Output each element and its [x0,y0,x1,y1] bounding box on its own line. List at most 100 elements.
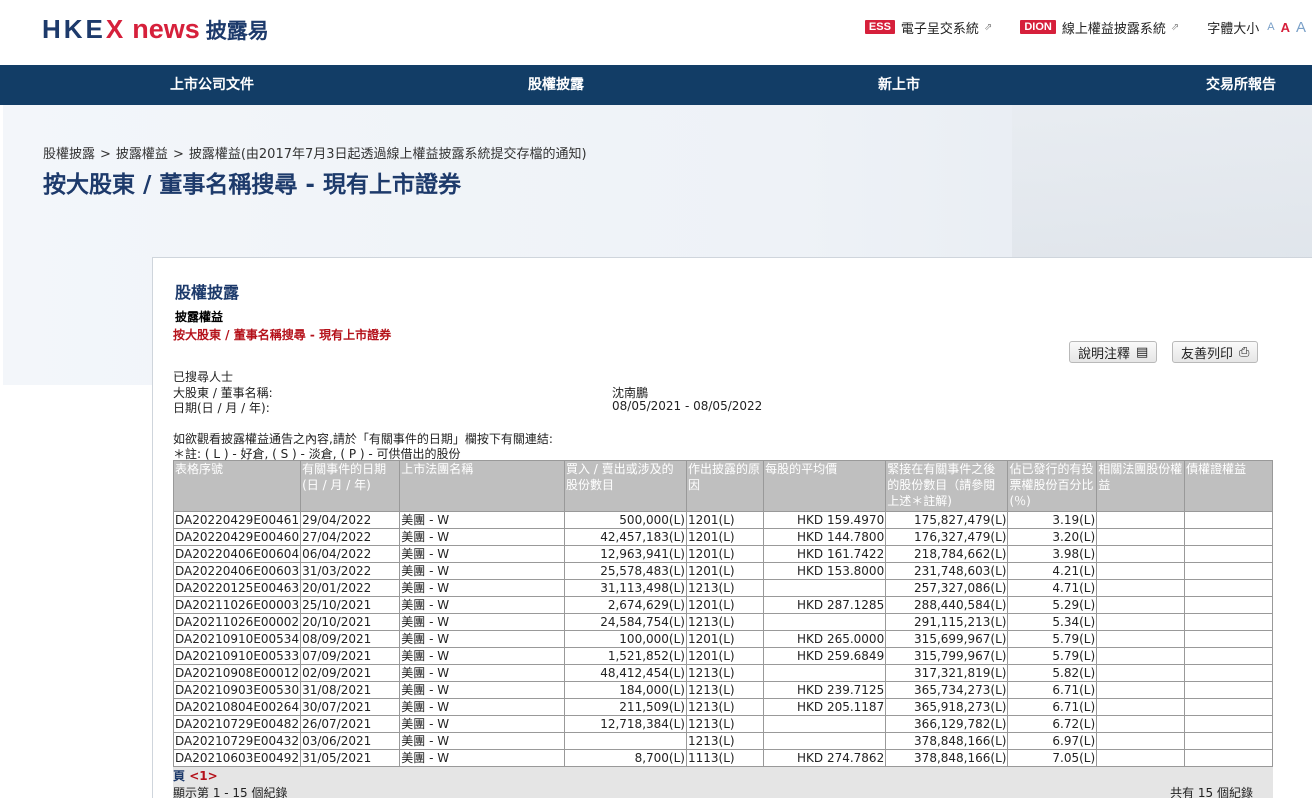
cell-form-serial: DA20220429E00460 [172,528,302,546]
cell-shares-after: 365,918,273(L) [885,698,1009,716]
cell-associated [1096,528,1186,546]
cell-debenture [1184,664,1273,682]
cell-corporation: 美團 - W [399,630,565,648]
cell-percentage: 3.98(L) [1007,545,1098,563]
col-shares-after: 緊接在有關事件之後的股份數目（請參閱上述＊註解) [885,460,1009,512]
cell-avg-price [763,579,887,597]
table-footer: 頁 <1> 顯示第 1 - 15 個紀錄 共有 15 個紀錄 [173,767,1273,798]
nav-new-listings[interactable]: 新上市 [878,65,920,105]
cell-corporation: 美團 - W [399,511,565,529]
cell-event-date[interactable]: 29/04/2022 [300,511,401,529]
cell-event-date[interactable]: 06/04/2022 [300,545,401,563]
font-size-label: 字體大小 [1207,21,1260,37]
cell-associated [1096,613,1186,631]
cell-reason: 1201(L) [685,562,765,580]
page-current-link[interactable]: <1> [189,769,217,783]
cell-event-date[interactable]: 25/10/2021 [300,596,401,614]
cell-avg-price: HKD 161.7422 [763,545,887,563]
cell-event-date[interactable]: 08/09/2021 [300,630,401,648]
cell-shares-involved [563,732,687,750]
section-title: 股權披露 [175,283,240,302]
hkexnews-logo[interactable]: HKEX news 披露易 [42,14,269,48]
search-type-link[interactable]: 按大股東 / 董事名稱搜尋 - 現有上市證券 [173,326,391,343]
cell-event-date[interactable]: 02/09/2021 [300,664,401,682]
cell-shares-after: 176,327,479(L) [885,528,1009,546]
cell-reason: 1213(L) [685,715,765,733]
col-form-serial: 表格序號 [172,460,302,512]
cell-event-date[interactable]: 03/06/2021 [300,732,401,750]
cell-shares-after: 231,748,603(L) [885,562,1009,580]
printer-icon: ⎙ [1239,344,1250,360]
cell-event-date[interactable]: 30/07/2021 [300,698,401,716]
font-size-medium-button[interactable]: A [1281,20,1290,35]
cell-percentage: 3.20(L) [1007,528,1098,546]
cell-associated [1096,511,1186,529]
cell-event-date[interactable]: 31/08/2021 [300,681,401,699]
cell-event-date[interactable]: 07/09/2021 [300,647,401,665]
table-row: DA20210729E00432 03/06/2021 美團 - W 1213(L) 3… [172,732,1273,750]
cell-event-date[interactable]: 27/04/2022 [300,528,401,546]
explanatory-notes-button[interactable]: 說明注釋 ▤ [1069,341,1158,363]
cell-debenture [1184,681,1273,699]
cell-corporation: 美團 - W [399,596,565,614]
cell-shares-involved: 48,412,454(L) [563,664,687,682]
cell-reason: 1201(L) [685,545,765,563]
cell-percentage: 7.05(L) [1007,749,1098,767]
nav-listed-company-documents[interactable]: 上市公司文件 [170,65,254,105]
cell-form-serial: DA20220429E00461 [172,511,302,529]
cell-shares-involved: 31,113,498(L) [563,579,687,597]
cell-event-date[interactable]: 20/10/2021 [300,613,401,631]
ess-link[interactable]: ESS 電子呈交系統 ⇗ [864,18,993,37]
cell-reason: 1213(L) [685,613,765,631]
cell-debenture [1184,596,1273,614]
cell-corporation: 美團 - W [399,698,565,716]
cell-form-serial: DA20210729E00432 [172,732,302,750]
cell-shares-after: 288,440,584(L) [885,596,1009,614]
font-size-small-button[interactable]: A [1267,21,1274,33]
cell-percentage: 5.79(L) [1007,647,1098,665]
breadcrumb: 股權披露 > 披露權益 > 披露權益(由2017年7月3日起透過線上權益披露系統提交存檔… [43,147,587,162]
ess-link-label: 電子呈交系統 [900,21,979,37]
cell-reason: 1201(L) [685,630,765,648]
cell-reason: 1113(L) [685,749,765,767]
cell-percentage: 6.71(L) [1007,698,1098,716]
cell-avg-price: HKD 287.1285 [763,596,887,614]
cell-event-date[interactable]: 26/07/2021 [300,715,401,733]
breadcrumb-item-di[interactable]: 股權披露 [43,147,95,162]
cell-associated [1096,647,1186,665]
cell-reason: 1201(L) [685,528,765,546]
cell-associated [1096,664,1186,682]
cell-corporation: 美團 - W [399,562,565,580]
cell-event-date[interactable]: 20/01/2022 [300,579,401,597]
cell-avg-price: HKD 265.0000 [763,630,887,648]
cell-corporation: 美團 - W [399,647,565,665]
cell-shares-after: 315,799,967(L) [885,647,1009,665]
cell-percentage: 5.29(L) [1007,596,1098,614]
external-link-icon: ⇗ [983,21,993,33]
cell-form-serial: DA20210910E00534 [172,630,302,648]
cell-shares-involved: 24,584,754(L) [563,613,687,631]
cell-event-date[interactable]: 31/05/2021 [300,749,401,767]
breadcrumb-item-interests[interactable]: 披露權益 [116,147,168,162]
font-size-large-button[interactable]: A [1296,19,1306,36]
breadcrumb-item-current[interactable]: 披露權益(由2017年7月3日起透過線上權益披露系統提交存檔的通知) [189,147,587,162]
main-nav: 上市公司文件 股權披露 新上市 交易所報告 [0,65,1312,105]
nav-exchange-reports[interactable]: 交易所報告 [1206,65,1276,105]
cell-shares-after: 365,734,273(L) [885,681,1009,699]
nav-disclosure-of-interests[interactable]: 股權披露 [528,65,584,105]
col-percentage: 佔已發行的有投票權股份百分比(％) [1007,460,1098,512]
cell-associated [1096,715,1186,733]
cell-debenture [1184,749,1273,767]
cell-avg-price [763,732,887,750]
dion-link[interactable]: DION 線上權益披露系統 ⇗ [1020,18,1179,37]
cell-event-date[interactable]: 31/03/2022 [300,562,401,580]
table-row: DA20210903E00530 31/08/2021 美團 - W 184,000(… [172,681,1273,699]
table-row: DA20210603E00492 31/05/2021 美團 - W 8,700(L)… [172,749,1273,767]
cell-associated [1096,562,1186,580]
page-title: 按大股東 / 董事名稱搜尋 - 現有上市證券 [43,172,461,198]
print-friendly-button[interactable]: 友善列印 ⎙ [1172,341,1259,363]
col-reason: 作出披露的原因 [685,460,765,512]
searched-label: 已搜尋人士 [173,370,234,384]
date-label: 日期(日 / 月 / 年): [173,401,270,415]
section-subtitle: 披露權益 [175,310,224,324]
